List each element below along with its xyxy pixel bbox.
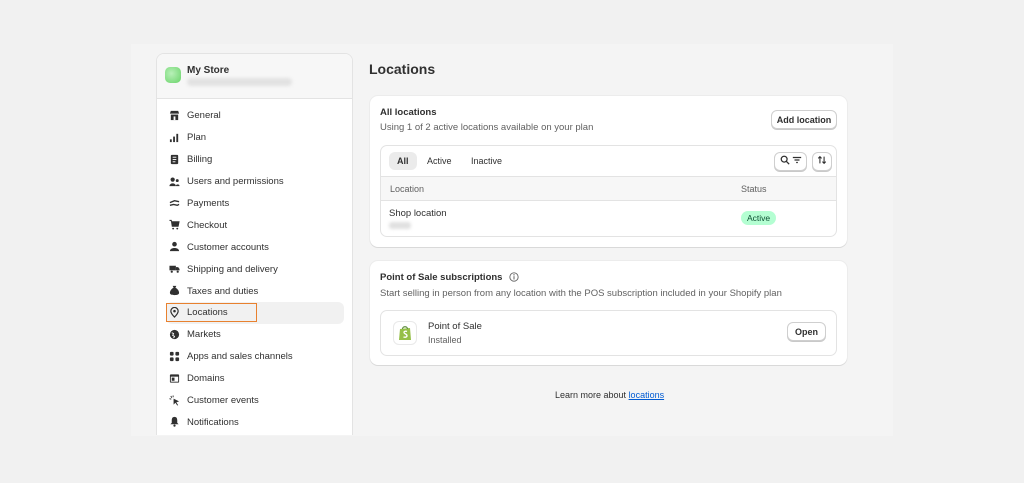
- settings-sidebar: My Store General Plan Billing Users and …: [156, 53, 353, 435]
- footer-text: Learn more about: [555, 390, 627, 400]
- card-subtitle: Start selling in person from any locatio…: [380, 288, 782, 299]
- cart-icon: [169, 219, 180, 230]
- card-subtitle: Using 1 of 2 active locations available …: [380, 122, 594, 133]
- location-address-blurred: [389, 222, 411, 229]
- location-pin-icon: [169, 307, 180, 318]
- filter-icon: [792, 155, 802, 168]
- sort-icon: [817, 155, 827, 168]
- card-title: Point of Sale subscriptions: [380, 272, 519, 285]
- sidebar-item-notifications[interactable]: Notifications: [157, 411, 352, 433]
- tab-active[interactable]: Active: [419, 152, 460, 170]
- locations-table: All Active Inactive Location Status Shop…: [380, 145, 837, 237]
- sidebar-item-plan[interactable]: Plan: [157, 127, 352, 149]
- sidebar-item-locations[interactable]: Locations: [166, 302, 344, 324]
- tab-all[interactable]: All: [389, 152, 417, 170]
- chart-icon: [169, 132, 180, 143]
- sidebar-item-apps[interactable]: Apps and sales channels: [157, 346, 352, 368]
- store-name: My Store: [187, 65, 230, 76]
- location-name: Shop location: [389, 208, 447, 219]
- users-icon: [169, 176, 180, 187]
- receipt-icon: [169, 154, 180, 165]
- sidebar-item-label: Shipping and delivery: [187, 263, 278, 275]
- card-title: All locations: [380, 107, 437, 118]
- locations-help-link[interactable]: locations: [629, 390, 665, 400]
- sidebar-item-label: Apps and sales channels: [187, 351, 293, 363]
- domains-icon: [169, 373, 180, 384]
- sidebar-item-users[interactable]: Users and permissions: [157, 171, 352, 193]
- table-row[interactable]: Shop location Active: [381, 201, 836, 236]
- footer-help: Learn more about locations: [555, 390, 664, 400]
- pos-app-name: Point of Sale: [428, 321, 482, 332]
- sidebar-item-label: Billing: [187, 154, 213, 166]
- column-header-location: Location: [390, 184, 425, 194]
- payments-icon: [169, 198, 180, 209]
- table-header: Location Status: [381, 176, 836, 201]
- sidebar-item-payments[interactable]: Payments: [157, 193, 352, 215]
- store-icon: [169, 110, 180, 121]
- sidebar-item-label: Locations: [187, 307, 228, 319]
- all-locations-card: All locations Using 1 of 2 active locati…: [370, 96, 847, 247]
- settings-nav: General Plan Billing Users and permissio…: [157, 105, 352, 433]
- cursor-icon: [169, 395, 180, 406]
- info-icon[interactable]: [509, 272, 519, 285]
- pos-subscriptions-card: Point of Sale subscriptions Start sellin…: [370, 261, 847, 365]
- pos-app-status: Installed: [428, 335, 462, 345]
- sidebar-item-label: Customer accounts: [187, 241, 269, 253]
- sidebar-item-label: Domains: [187, 373, 225, 385]
- sidebar-item-general[interactable]: General: [157, 105, 352, 127]
- truck-icon: [169, 263, 180, 274]
- sidebar-item-customer-accounts[interactable]: Customer accounts: [157, 236, 352, 258]
- store-url-blurred: [187, 78, 292, 86]
- sidebar-item-label: Payments: [187, 198, 230, 209]
- apps-icon: [169, 351, 180, 362]
- shopify-bag-icon: [393, 321, 417, 345]
- store-logo: [165, 67, 181, 83]
- sidebar-item-label: Taxes and duties: [187, 285, 259, 297]
- store-header[interactable]: My Store: [157, 54, 352, 99]
- sidebar-item-label: Checkout: [187, 219, 228, 231]
- add-location-button[interactable]: Add location: [771, 110, 837, 129]
- sidebar-item-label: General: [187, 110, 221, 122]
- status-badge: Active: [741, 211, 777, 225]
- column-header-status: Status: [741, 184, 767, 194]
- sidebar-item-label: Plan: [187, 132, 207, 144]
- globe-icon: [169, 329, 180, 340]
- bell-icon: [169, 416, 180, 428]
- sidebar-item-customer-events[interactable]: Customer events: [157, 390, 352, 412]
- sidebar-item-label: Markets: [187, 329, 221, 341]
- person-icon: [169, 241, 180, 252]
- sidebar-item-taxes[interactable]: Taxes and duties: [157, 280, 352, 302]
- sidebar-item-markets[interactable]: Markets: [157, 324, 352, 346]
- sidebar-item-billing[interactable]: Billing: [157, 149, 352, 171]
- sidebar-item-shipping[interactable]: Shipping and delivery: [157, 258, 352, 280]
- sidebar-item-label: Customer events: [187, 395, 259, 407]
- pos-card-title: Point of Sale subscriptions: [380, 272, 503, 283]
- sidebar-item-checkout[interactable]: Checkout: [157, 214, 352, 236]
- search-filter-button[interactable]: [774, 152, 807, 171]
- page-title: Locations: [369, 61, 436, 77]
- tax-icon: [169, 285, 180, 296]
- search-icon: [780, 155, 790, 168]
- tab-inactive[interactable]: Inactive: [463, 152, 510, 170]
- pos-app-row: Point of Sale Installed Open: [380, 310, 837, 356]
- sidebar-item-domains[interactable]: Domains: [157, 368, 352, 390]
- sidebar-item-label: Notifications: [187, 416, 239, 428]
- sidebar-item-label: Users and permissions: [187, 176, 284, 188]
- filter-tabs: All Active Inactive: [381, 146, 836, 176]
- sort-button[interactable]: [812, 152, 832, 171]
- open-button[interactable]: Open: [787, 322, 826, 341]
